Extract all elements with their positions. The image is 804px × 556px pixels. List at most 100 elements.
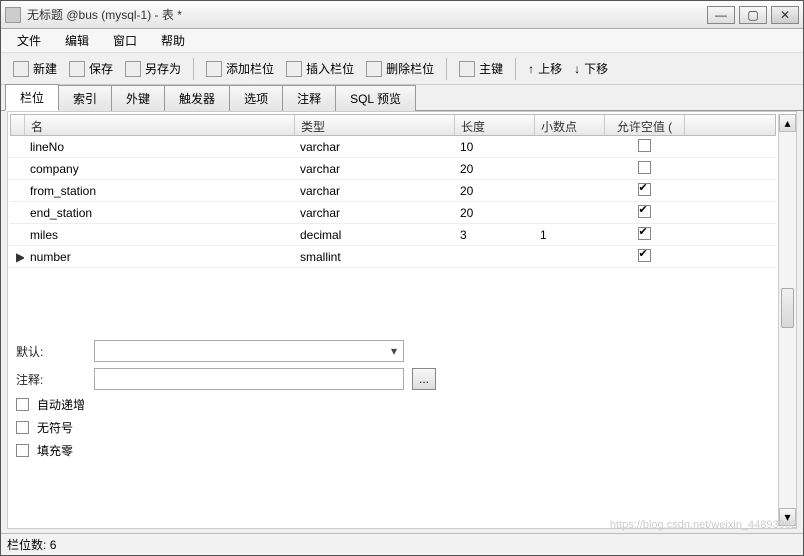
table-row[interactable]: ▶numbersmallint [10, 246, 776, 268]
new-button[interactable]: 新建 [7, 58, 63, 79]
fields-grid[interactable]: 名 类型 长度 小数点 允许空值 ( lineNovarchar10compan… [10, 114, 776, 314]
grid-header-decimals[interactable]: 小数点 [535, 115, 605, 135]
cell-decimals[interactable]: 1 [534, 225, 604, 245]
tab-foreign-keys[interactable]: 外键 [111, 85, 165, 111]
watermark: https://blog.csdn.net/weixin_44893902 [610, 519, 797, 531]
tab-comment[interactable]: 注释 [282, 85, 336, 111]
minimize-button[interactable]: — [707, 6, 735, 24]
grid-header-type[interactable]: 类型 [295, 115, 455, 135]
app-icon [5, 7, 21, 23]
cell-decimals[interactable] [534, 144, 604, 150]
cell-decimals[interactable] [534, 188, 604, 194]
grid-header-name[interactable]: 名 [25, 115, 295, 135]
tab-triggers[interactable]: 触发器 [164, 85, 230, 111]
fieldcount-value: 6 [50, 538, 57, 552]
delete-field-icon [366, 61, 382, 77]
tabstrip: 栏位 索引 外键 触发器 选项 注释 SQL 预览 [1, 85, 803, 111]
move-down-button[interactable]: ↓下移 [568, 58, 614, 79]
cell-type[interactable]: decimal [294, 225, 454, 245]
workarea: 名 类型 长度 小数点 允许空值 ( lineNovarchar10compan… [7, 111, 797, 529]
autoinc-label: 自动递增 [37, 396, 85, 413]
allownull-checkbox[interactable] [638, 161, 651, 174]
menu-edit[interactable]: 编辑 [53, 30, 101, 51]
cell-name[interactable]: company [24, 159, 294, 179]
cell-length[interactable]: 20 [454, 181, 534, 201]
cell-type[interactable]: smallint [294, 247, 454, 267]
cell-allownull[interactable] [604, 158, 684, 180]
new-label: 新建 [33, 60, 57, 77]
maximize-button[interactable]: ▢ [739, 6, 767, 24]
cell-type[interactable]: varchar [294, 159, 454, 179]
cell-decimals[interactable] [534, 210, 604, 216]
vertical-scrollbar[interactable]: ▴ ▾ [778, 114, 796, 526]
cell-decimals[interactable] [534, 254, 604, 260]
saveas-button[interactable]: 另存为 [119, 58, 187, 79]
add-field-button[interactable]: 添加栏位 [200, 58, 280, 79]
comment-browse-button[interactable]: ... [412, 368, 436, 390]
insert-field-button[interactable]: 插入栏位 [280, 58, 360, 79]
tab-indexes[interactable]: 索引 [58, 85, 112, 111]
cell-allownull[interactable] [604, 136, 684, 158]
save-icon [69, 61, 85, 77]
row-marker [10, 166, 24, 172]
allownull-checkbox[interactable] [638, 249, 651, 262]
cell-length[interactable]: 3 [454, 225, 534, 245]
tab-fields[interactable]: 栏位 [5, 84, 59, 111]
row-marker [10, 188, 24, 194]
table-row[interactable]: milesdecimal31 [10, 224, 776, 246]
default-combo[interactable] [94, 340, 404, 362]
cell-type[interactable]: varchar [294, 181, 454, 201]
table-row[interactable]: end_stationvarchar20 [10, 202, 776, 224]
cell-allownull[interactable] [604, 202, 684, 224]
close-button[interactable]: ✕ [771, 6, 799, 24]
scroll-thumb[interactable] [781, 288, 794, 328]
move-up-button[interactable]: ↑上移 [522, 58, 568, 79]
delete-field-button[interactable]: 删除栏位 [360, 58, 440, 79]
cell-length[interactable]: 10 [454, 137, 534, 157]
cell-name[interactable]: from_station [24, 181, 294, 201]
cell-name[interactable]: end_station [24, 203, 294, 223]
grid-body: lineNovarchar10companyvarchar20from_stat… [10, 136, 776, 268]
menu-window[interactable]: 窗口 [101, 30, 149, 51]
menu-file[interactable]: 文件 [5, 30, 53, 51]
cell-allownull[interactable] [604, 246, 684, 268]
table-row[interactable]: companyvarchar20 [10, 158, 776, 180]
save-button[interactable]: 保存 [63, 58, 119, 79]
comment-input[interactable] [94, 368, 404, 390]
cell-name[interactable]: miles [24, 225, 294, 245]
allownull-checkbox[interactable] [638, 139, 651, 152]
table-row[interactable]: from_stationvarchar20 [10, 180, 776, 202]
tab-options[interactable]: 选项 [229, 85, 283, 111]
saveas-icon [125, 61, 141, 77]
cell-length[interactable]: 20 [454, 203, 534, 223]
allownull-checkbox[interactable] [638, 183, 651, 196]
unsigned-checkbox[interactable] [16, 421, 29, 434]
window-title: 无标题 @bus (mysql-1) - 表 * [27, 6, 707, 23]
cell-allownull[interactable] [604, 180, 684, 202]
allownull-checkbox[interactable] [638, 205, 651, 218]
cell-name[interactable]: lineNo [24, 137, 294, 157]
grid-header-allownull[interactable]: 允许空值 ( [605, 115, 685, 135]
grid-header-length[interactable]: 长度 [455, 115, 535, 135]
cell-name[interactable]: number [24, 247, 294, 267]
autoinc-checkbox[interactable] [16, 398, 29, 411]
menu-help[interactable]: 帮助 [149, 30, 197, 51]
cell-length[interactable] [454, 254, 534, 260]
zerofill-checkbox[interactable] [16, 444, 29, 457]
toolbar: 新建 保存 另存为 添加栏位 插入栏位 删除栏位 主键 ↑上移 ↓下移 [1, 53, 803, 85]
allownull-checkbox[interactable] [638, 227, 651, 240]
grid-header: 名 类型 长度 小数点 允许空值 ( [10, 114, 776, 136]
scroll-up-button[interactable]: ▴ [779, 114, 796, 132]
cell-decimals[interactable] [534, 166, 604, 172]
tab-sql-preview[interactable]: SQL 预览 [335, 85, 416, 111]
cell-length[interactable]: 20 [454, 159, 534, 179]
comment-label: 注释: [16, 371, 86, 388]
cell-type[interactable]: varchar [294, 203, 454, 223]
table-row[interactable]: lineNovarchar10 [10, 136, 776, 158]
primary-key-button[interactable]: 主键 [453, 58, 509, 79]
cell-type[interactable]: varchar [294, 137, 454, 157]
cell-allownull[interactable] [604, 224, 684, 246]
toolbar-separator [193, 58, 194, 80]
unsigned-label: 无符号 [37, 419, 73, 436]
primary-key-label: 主键 [479, 60, 503, 77]
